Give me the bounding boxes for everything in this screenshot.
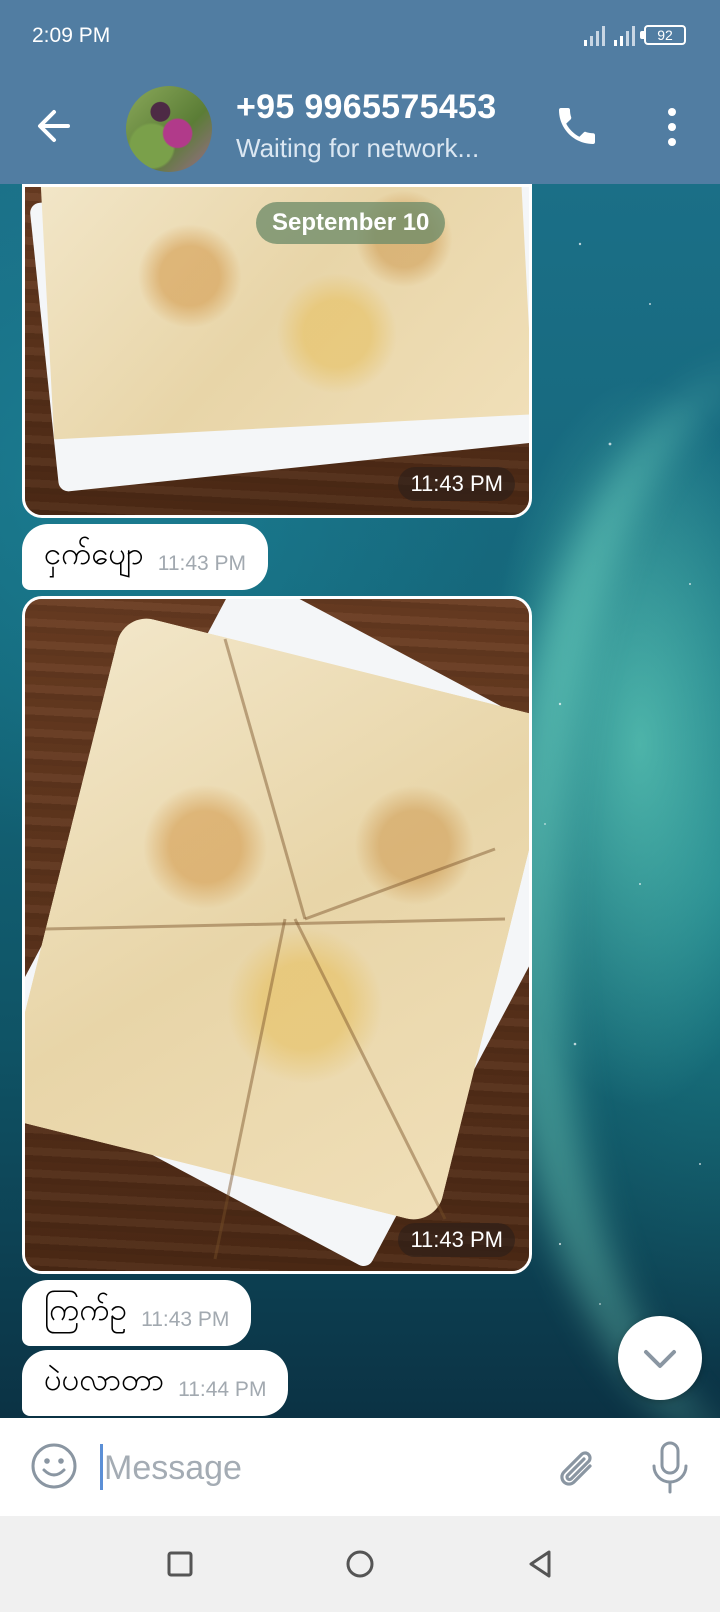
chat-header: +95 9965575453 Waiting for network... [0, 70, 720, 184]
avatar[interactable] [126, 86, 212, 172]
text-message[interactable]: ကြက်ဥ 11:43 PM [22, 1280, 252, 1346]
photo-message[interactable]: 11:43 PM [22, 596, 532, 1274]
smile-icon[interactable] [30, 1442, 78, 1490]
scroll-down-button[interactable] [618, 1316, 702, 1400]
message-input[interactable] [102, 1442, 526, 1494]
battery-icon: 92 [644, 25, 686, 45]
contact-status: Waiting for network... [236, 133, 480, 163]
text-message[interactable]: ငှက်ပျော 11:43 PM [22, 524, 269, 590]
triangle-back-icon[interactable] [522, 1546, 558, 1582]
photo-food-cuts [44, 638, 506, 1260]
square-icon[interactable] [162, 1546, 198, 1582]
signal-icon [614, 26, 635, 46]
message-time: 11:43 PM [398, 1223, 515, 1257]
paperclip-icon[interactable] [552, 1442, 600, 1492]
message-time: 11:43 PM [141, 1308, 230, 1331]
circle-icon[interactable] [342, 1546, 378, 1582]
phone-icon[interactable] [553, 102, 601, 150]
message-time: 11:43 PM [398, 467, 515, 501]
chevron-down-icon [644, 1350, 676, 1368]
date-chip: September 10 [256, 202, 446, 244]
system-nav-bar [0, 1516, 720, 1612]
message-time: 11:43 PM [157, 552, 247, 575]
message-time: 11:44 PM [178, 1378, 267, 1401]
text-message[interactable]: ပဲပလာတာ 11:44 PM [22, 1350, 289, 1416]
more-vertical-icon[interactable] [654, 104, 690, 150]
message-input-bar [0, 1418, 720, 1516]
contact-name[interactable]: +95 9965575453 [236, 88, 496, 127]
message-text: ကြက်ဥ [44, 1292, 128, 1328]
message-text: ငှက်ပျော [44, 536, 144, 572]
status-bar: 2:09 PM 92 [0, 0, 720, 70]
message-text: ပဲပလာတာ [44, 1362, 165, 1398]
signal-icon [584, 26, 605, 46]
arrow-left-icon[interactable] [28, 100, 80, 152]
status-time: 2:09 PM [32, 24, 111, 47]
microphone-icon[interactable] [648, 1440, 692, 1496]
